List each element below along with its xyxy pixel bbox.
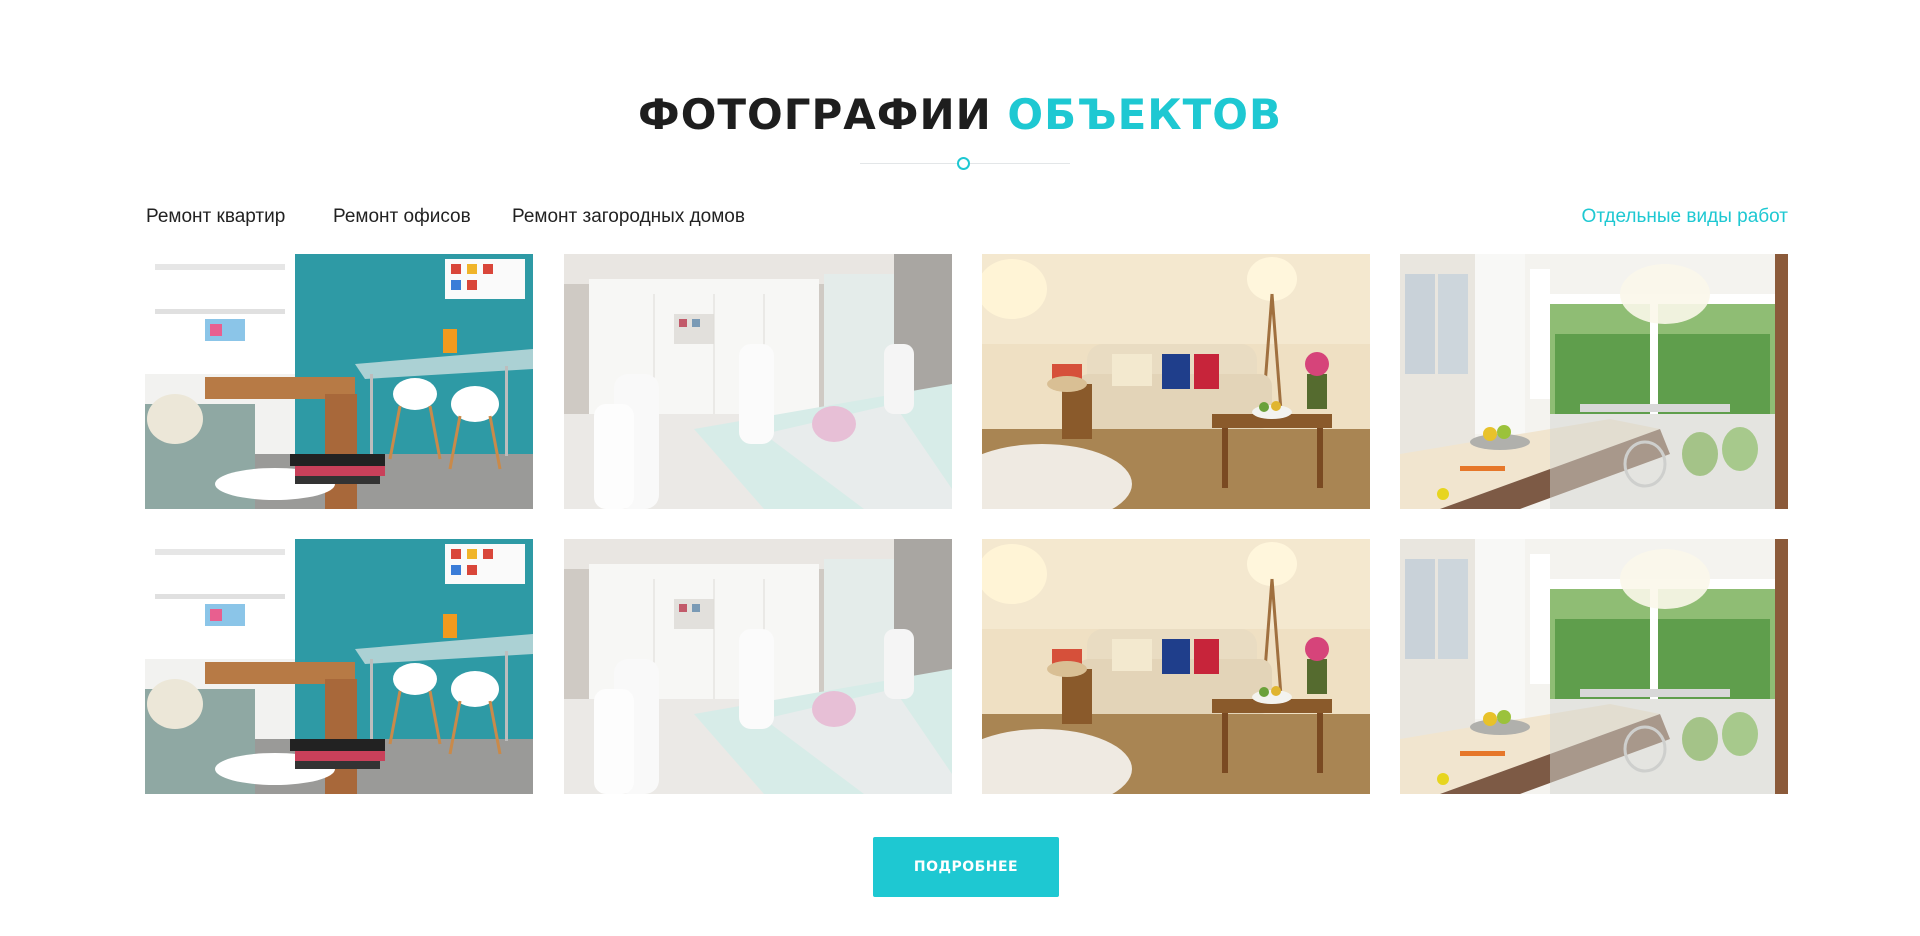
filter-separate-works[interactable]: Отдельные виды работ: [1582, 206, 1788, 228]
section-title: ФОТОГРАФИИ ОБЪЕКТОВ: [0, 90, 1920, 139]
filter-apartment-renovation[interactable]: Ремонт квартир: [146, 206, 285, 228]
divider-dot-icon: [957, 157, 970, 170]
filter-office-renovation[interactable]: Ремонт офисов: [333, 206, 471, 228]
gallery-photo-4[interactable]: [1400, 254, 1788, 509]
filter-country-house-renovation[interactable]: Ремонт загородных домов: [512, 206, 745, 228]
section-title-accent: ОБЪЕКТОВ: [1007, 90, 1282, 139]
photo-gallery: [145, 254, 1788, 794]
gallery-photo-5[interactable]: [145, 539, 533, 794]
gallery-photo-7[interactable]: [982, 539, 1370, 794]
gallery-photo-6[interactable]: [564, 539, 952, 794]
gallery-photo-2[interactable]: [564, 254, 952, 509]
more-button[interactable]: ПОДРОБНЕЕ: [873, 837, 1059, 897]
gallery-photo-3[interactable]: [982, 254, 1370, 509]
gallery-photo-1[interactable]: [145, 254, 533, 509]
section-title-main: ФОТОГРАФИИ: [638, 90, 992, 139]
gallery-photo-8[interactable]: [1400, 539, 1788, 794]
category-filters: Ремонт квартир Ремонт офисов Ремонт заго…: [146, 206, 1788, 236]
